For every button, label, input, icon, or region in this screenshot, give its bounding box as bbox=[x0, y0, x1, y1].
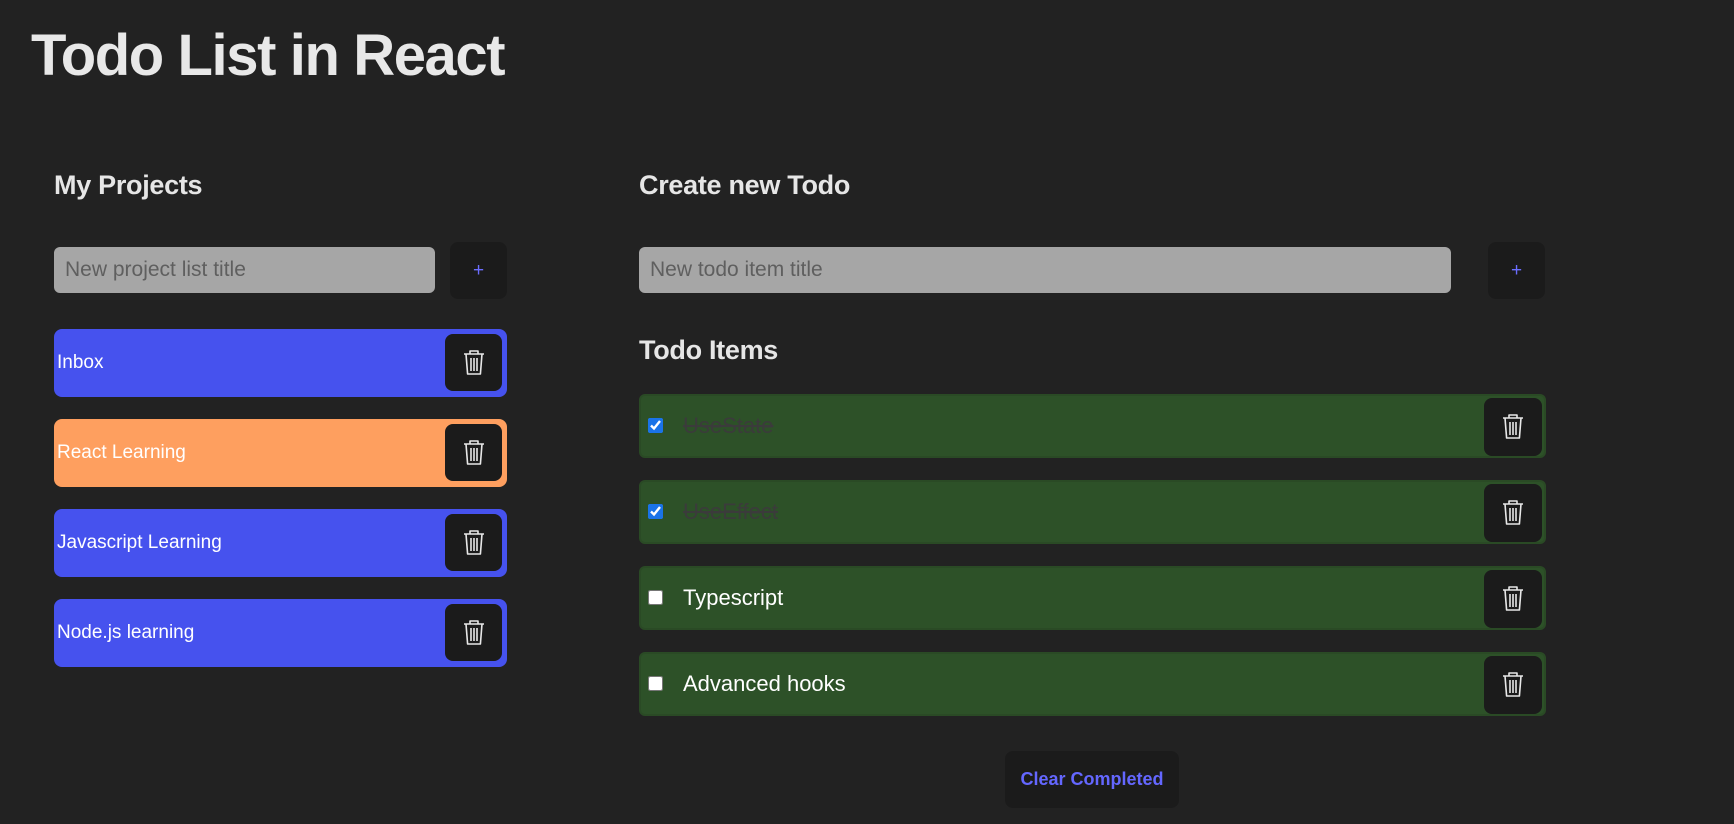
todo-item: Typescript bbox=[639, 566, 1546, 630]
page-title: Todo List in React bbox=[31, 23, 506, 88]
trash-icon bbox=[463, 619, 484, 645]
delete-project-button[interactable] bbox=[445, 424, 502, 481]
todo-checkbox[interactable] bbox=[648, 504, 663, 519]
delete-project-button[interactable] bbox=[445, 334, 502, 391]
project-item-inbox[interactable]: Inbox bbox=[54, 329, 507, 397]
trash-icon bbox=[1503, 672, 1523, 697]
delete-project-button[interactable] bbox=[445, 514, 502, 571]
project-item-react-learning[interactable]: React Learning bbox=[54, 419, 507, 487]
todo-checkbox[interactable] bbox=[648, 418, 663, 433]
new-project-input[interactable] bbox=[54, 247, 435, 293]
project-item-javascript-learning[interactable]: Javascript Learning bbox=[54, 509, 507, 577]
todo-checkbox[interactable] bbox=[648, 590, 663, 605]
projects-heading: My Projects bbox=[54, 170, 203, 200]
delete-todo-button[interactable] bbox=[1484, 484, 1542, 542]
trash-icon bbox=[1503, 586, 1523, 611]
add-todo-button[interactable]: + bbox=[1488, 242, 1545, 299]
add-project-button[interactable]: + bbox=[450, 242, 507, 299]
todo-label: UseEffect bbox=[683, 499, 778, 524]
project-label: React Learning bbox=[57, 442, 186, 463]
todo-item: UseEffect bbox=[639, 480, 1546, 544]
trash-icon bbox=[1503, 414, 1523, 439]
todo-item: UseState bbox=[639, 394, 1546, 458]
create-todo-heading: Create new Todo bbox=[639, 170, 851, 200]
delete-todo-button[interactable] bbox=[1484, 656, 1542, 714]
todo-item: Advanced hooks bbox=[639, 652, 1546, 716]
todo-items-heading: Todo Items bbox=[639, 335, 779, 365]
delete-todo-button[interactable] bbox=[1484, 570, 1542, 628]
clear-completed-button[interactable]: Clear Completed bbox=[1005, 751, 1179, 808]
new-todo-input[interactable] bbox=[639, 247, 1451, 293]
trash-icon bbox=[463, 349, 484, 375]
delete-todo-button[interactable] bbox=[1484, 398, 1542, 456]
project-item-nodejs-learning[interactable]: Node.js learning bbox=[54, 599, 507, 667]
project-label: Node.js learning bbox=[57, 622, 195, 643]
todo-checkbox[interactable] bbox=[648, 676, 663, 691]
project-label: Javascript Learning bbox=[57, 532, 222, 553]
trash-icon bbox=[463, 529, 484, 555]
trash-icon bbox=[1503, 500, 1523, 525]
todo-label: Typescript bbox=[683, 585, 784, 610]
todo-label: Advanced hooks bbox=[683, 671, 846, 696]
trash-icon bbox=[463, 439, 484, 465]
todo-label: UseState bbox=[683, 413, 774, 438]
delete-project-button[interactable] bbox=[445, 604, 502, 661]
project-label: Inbox bbox=[57, 352, 104, 373]
